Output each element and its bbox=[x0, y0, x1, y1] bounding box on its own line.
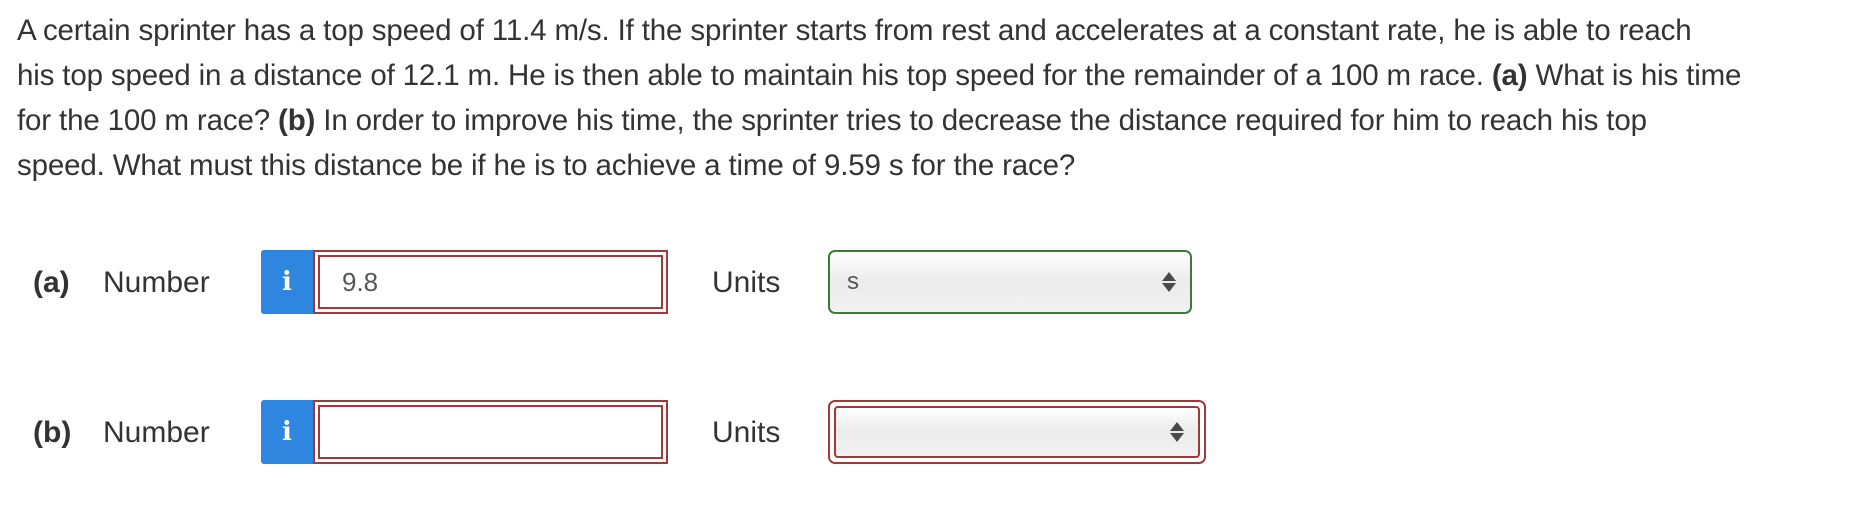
part-b-tag: (b) bbox=[278, 104, 316, 137]
units-label: Units bbox=[712, 416, 781, 449]
question-line-4: speed. What must this distance be if he … bbox=[17, 149, 1076, 182]
info-icon: i bbox=[282, 267, 292, 297]
answer-row-a: (a) Number i 9.8 Units s bbox=[0, 250, 1852, 318]
units-selected-value: s bbox=[847, 268, 859, 295]
number-label: Number bbox=[103, 416, 210, 449]
info-icon: i bbox=[282, 417, 292, 447]
part-label: (b) bbox=[33, 416, 72, 449]
units-select[interactable]: s bbox=[828, 250, 1192, 314]
question-line-1: A certain sprinter has a top speed of 11… bbox=[17, 14, 1692, 47]
info-button[interactable]: i bbox=[261, 250, 313, 314]
info-button[interactable]: i bbox=[261, 400, 313, 464]
answer-row-b: (b) Number i Units bbox=[0, 400, 1852, 468]
up-down-arrows-icon bbox=[1162, 272, 1176, 292]
number-input-value[interactable]: 9.8 bbox=[318, 255, 663, 309]
part-a-tag: (a) bbox=[1491, 59, 1528, 92]
question-line-2: his top speed in a distance of 12.1 m. H… bbox=[17, 59, 1742, 92]
units-label: Units bbox=[712, 266, 781, 299]
up-down-arrows-icon bbox=[1170, 422, 1184, 442]
question-line-3: for the 100 m race? (b) In order to impr… bbox=[17, 104, 1647, 137]
number-input[interactable] bbox=[313, 400, 668, 464]
number-label: Number bbox=[103, 266, 210, 299]
number-input-value[interactable] bbox=[318, 405, 663, 459]
units-select[interactable] bbox=[828, 400, 1206, 464]
question-text: A certain sprinter has a top speed of 11… bbox=[17, 8, 1837, 188]
number-input[interactable]: 9.8 bbox=[313, 250, 668, 314]
part-label: (a) bbox=[33, 266, 70, 299]
